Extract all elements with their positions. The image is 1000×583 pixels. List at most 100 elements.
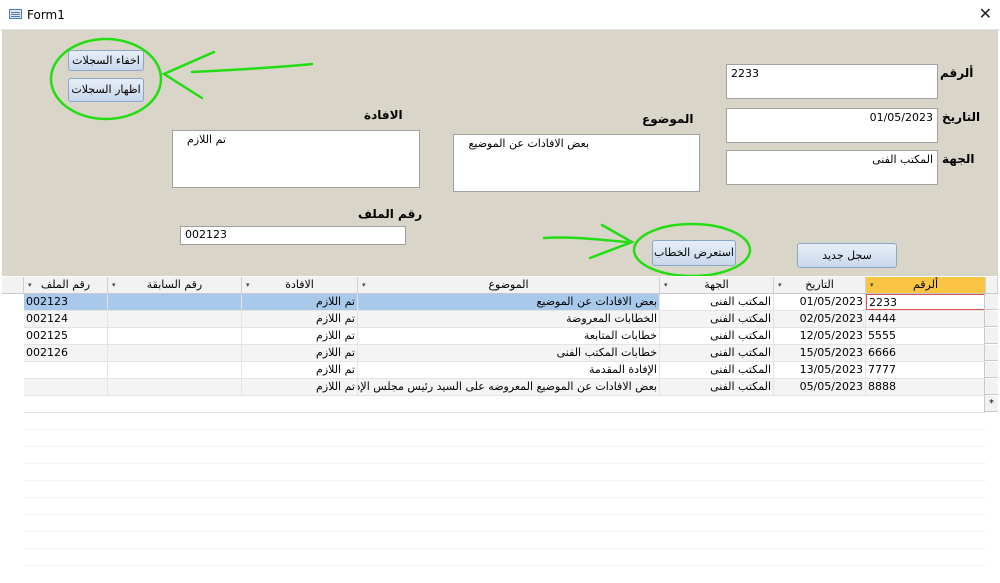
cell-subject[interactable]: بعض الافادات عن الموضيع [358, 294, 660, 310]
column-header-label: ألرقم [912, 278, 939, 291]
cell-subject[interactable]: الإفادة المقدمة [358, 362, 660, 378]
row-selector[interactable] [984, 362, 998, 378]
cell-reply[interactable]: تم اللازم [242, 328, 358, 344]
cell-date[interactable]: 02/05/2023 [774, 311, 866, 327]
cell-party[interactable]: المكتب الفنى [660, 345, 774, 361]
form-icon [9, 9, 22, 19]
file-number-label: رقم الملف [358, 207, 423, 221]
table-row[interactable]: 002126 تم اللازم خطابات المكتب الفنى الم… [24, 345, 986, 362]
cell-date[interactable]: 12/05/2023 [774, 328, 866, 344]
row-selector[interactable] [984, 379, 998, 395]
table-row[interactable]: 002125 تم اللازم خطابات المتابعة المكتب … [24, 328, 986, 345]
cell-number[interactable]: 7777 [866, 362, 986, 378]
cell-file-number[interactable]: 002123 [24, 294, 108, 310]
grid-header-end [986, 277, 998, 294]
cell-number-editing[interactable]: 2233 [866, 294, 986, 310]
form-header: اخفاء السجلات اظهار السجلات ألرقم 2233 ا… [2, 30, 998, 276]
close-icon[interactable]: ✕ [979, 4, 992, 23]
cell-party[interactable]: المكتب الفنى [660, 328, 774, 344]
cell-reply[interactable]: تم اللازم [242, 311, 358, 327]
cell-reply[interactable]: تم اللازم [242, 345, 358, 361]
reply-label: الافادة [364, 108, 403, 122]
table-row[interactable]: 002124 تم اللازم الخطابات المعروضة المكت… [24, 311, 986, 328]
cell-previous-number[interactable] [108, 345, 242, 361]
file-number-field[interactable]: 002123 [180, 226, 406, 245]
view-letter-button[interactable]: استعرض الخطاب [652, 240, 736, 266]
subject-label: الموضوع [642, 112, 694, 126]
row-selector[interactable] [984, 345, 998, 361]
dropdown-arrow-icon[interactable]: ▾ [362, 277, 366, 293]
cell-date[interactable]: 05/05/2023 [774, 379, 866, 395]
show-records-button[interactable]: اظهار السجلات [68, 78, 144, 102]
cell-party[interactable]: المكتب الفنى [660, 294, 774, 310]
dropdown-arrow-icon[interactable]: ▾ [664, 277, 668, 293]
reply-field[interactable]: تم اللازم [172, 130, 420, 188]
column-header-label: رقم السابقة [146, 278, 203, 291]
new-record-row[interactable] [24, 396, 986, 413]
cell-subject[interactable]: خطابات المكتب الفنى [358, 345, 660, 361]
column-header-label: الافادة [285, 278, 314, 291]
cell-file-number[interactable] [24, 362, 108, 378]
party-field[interactable]: المكتب الفنى [726, 150, 938, 185]
grid-corner[interactable] [2, 277, 24, 294]
number-label: ألرقم [940, 66, 974, 80]
column-header-previous-number[interactable]: ▾ رقم السابقة [108, 277, 242, 294]
column-header-label: الجهة [704, 278, 729, 291]
window-title: Form1 [27, 8, 65, 22]
column-header-subject[interactable]: ▾ الموضوع [358, 277, 660, 294]
new-record-button[interactable]: سجل جديد [797, 243, 897, 268]
row-selector[interactable] [984, 311, 998, 327]
column-header-label: التاريخ [805, 278, 834, 291]
cell-file-number[interactable] [24, 379, 108, 395]
table-row[interactable]: تم اللازم بعض الافادات عن الموضيع المعرو… [24, 379, 986, 396]
cell-subject[interactable]: خطابات المتابعة [358, 328, 660, 344]
cell-reply[interactable]: تم اللازم [242, 379, 358, 395]
row-selector[interactable] [984, 294, 998, 310]
cell-subject[interactable]: بعض الافادات عن الموضيع المعروضه على الس… [358, 379, 660, 395]
table-row[interactable]: 002123 تم اللازم بعض الافادات عن الموضيع… [24, 294, 986, 311]
cell-number[interactable]: 6666 [866, 345, 986, 361]
cell-date[interactable]: 01/05/2023 [774, 294, 866, 310]
table-row[interactable]: تم اللازم الإفادة المقدمة المكتب الفنى 1… [24, 362, 986, 379]
cell-previous-number[interactable] [108, 379, 242, 395]
cell-number[interactable]: 4444 [866, 311, 986, 327]
hide-records-button[interactable]: اخفاء السجلات [68, 50, 144, 71]
dropdown-arrow-icon[interactable]: ▾ [246, 277, 250, 293]
cell-file-number[interactable]: 002125 [24, 328, 108, 344]
cell-party[interactable]: المكتب الفنى [660, 311, 774, 327]
cell-previous-number[interactable] [108, 362, 242, 378]
cell-reply[interactable]: تم اللازم [242, 294, 358, 310]
cell-previous-number[interactable] [108, 311, 242, 327]
cell-reply[interactable]: تم اللازم [242, 362, 358, 378]
column-header-reply[interactable]: ▾ الافادة [242, 277, 358, 294]
column-header-party[interactable]: ▾ الجهة [660, 277, 774, 294]
subject-field[interactable]: بعض الافادات عن الموضيع [453, 134, 700, 192]
date-field[interactable]: 01/05/2023 [726, 108, 938, 143]
dropdown-arrow-icon[interactable]: ▾ [778, 277, 782, 293]
dropdown-arrow-icon[interactable]: ▾ [870, 277, 874, 293]
cell-file-number[interactable]: 002126 [24, 345, 108, 361]
cell-file-number[interactable]: 002124 [24, 311, 108, 327]
cell-number[interactable]: 8888 [866, 379, 986, 395]
empty-grid-area [24, 413, 986, 581]
annotation-arrow-buttons [161, 50, 314, 100]
cell-party[interactable]: المكتب الفنى [660, 379, 774, 395]
cell-number[interactable]: 5555 [866, 328, 986, 344]
cell-previous-number[interactable] [108, 328, 242, 344]
cell-previous-number[interactable] [108, 294, 242, 310]
dropdown-arrow-icon[interactable]: ▾ [112, 277, 116, 293]
cell-party[interactable]: المكتب الفنى [660, 362, 774, 378]
party-label: الجهة [942, 152, 975, 166]
row-selector[interactable] [984, 328, 998, 344]
column-header-number[interactable]: ▾ ألرقم [866, 277, 986, 294]
cell-subject[interactable]: الخطابات المعروضة [358, 311, 660, 327]
number-field[interactable]: 2233 [726, 64, 938, 99]
cell-date[interactable]: 13/05/2023 [774, 362, 866, 378]
dropdown-arrow-icon[interactable]: ▾ [28, 277, 32, 293]
annotation-arrow-view-button [542, 223, 635, 260]
cell-date[interactable]: 15/05/2023 [774, 345, 866, 361]
records-datasheet: ▾ رقم الملف ▾ رقم السابقة ▾ الافادة ▾ ال… [2, 277, 998, 581]
new-record-icon[interactable]: * [984, 396, 998, 412]
column-header-date[interactable]: ▾ التاريخ [774, 277, 866, 294]
column-header-file-number[interactable]: ▾ رقم الملف [24, 277, 108, 294]
